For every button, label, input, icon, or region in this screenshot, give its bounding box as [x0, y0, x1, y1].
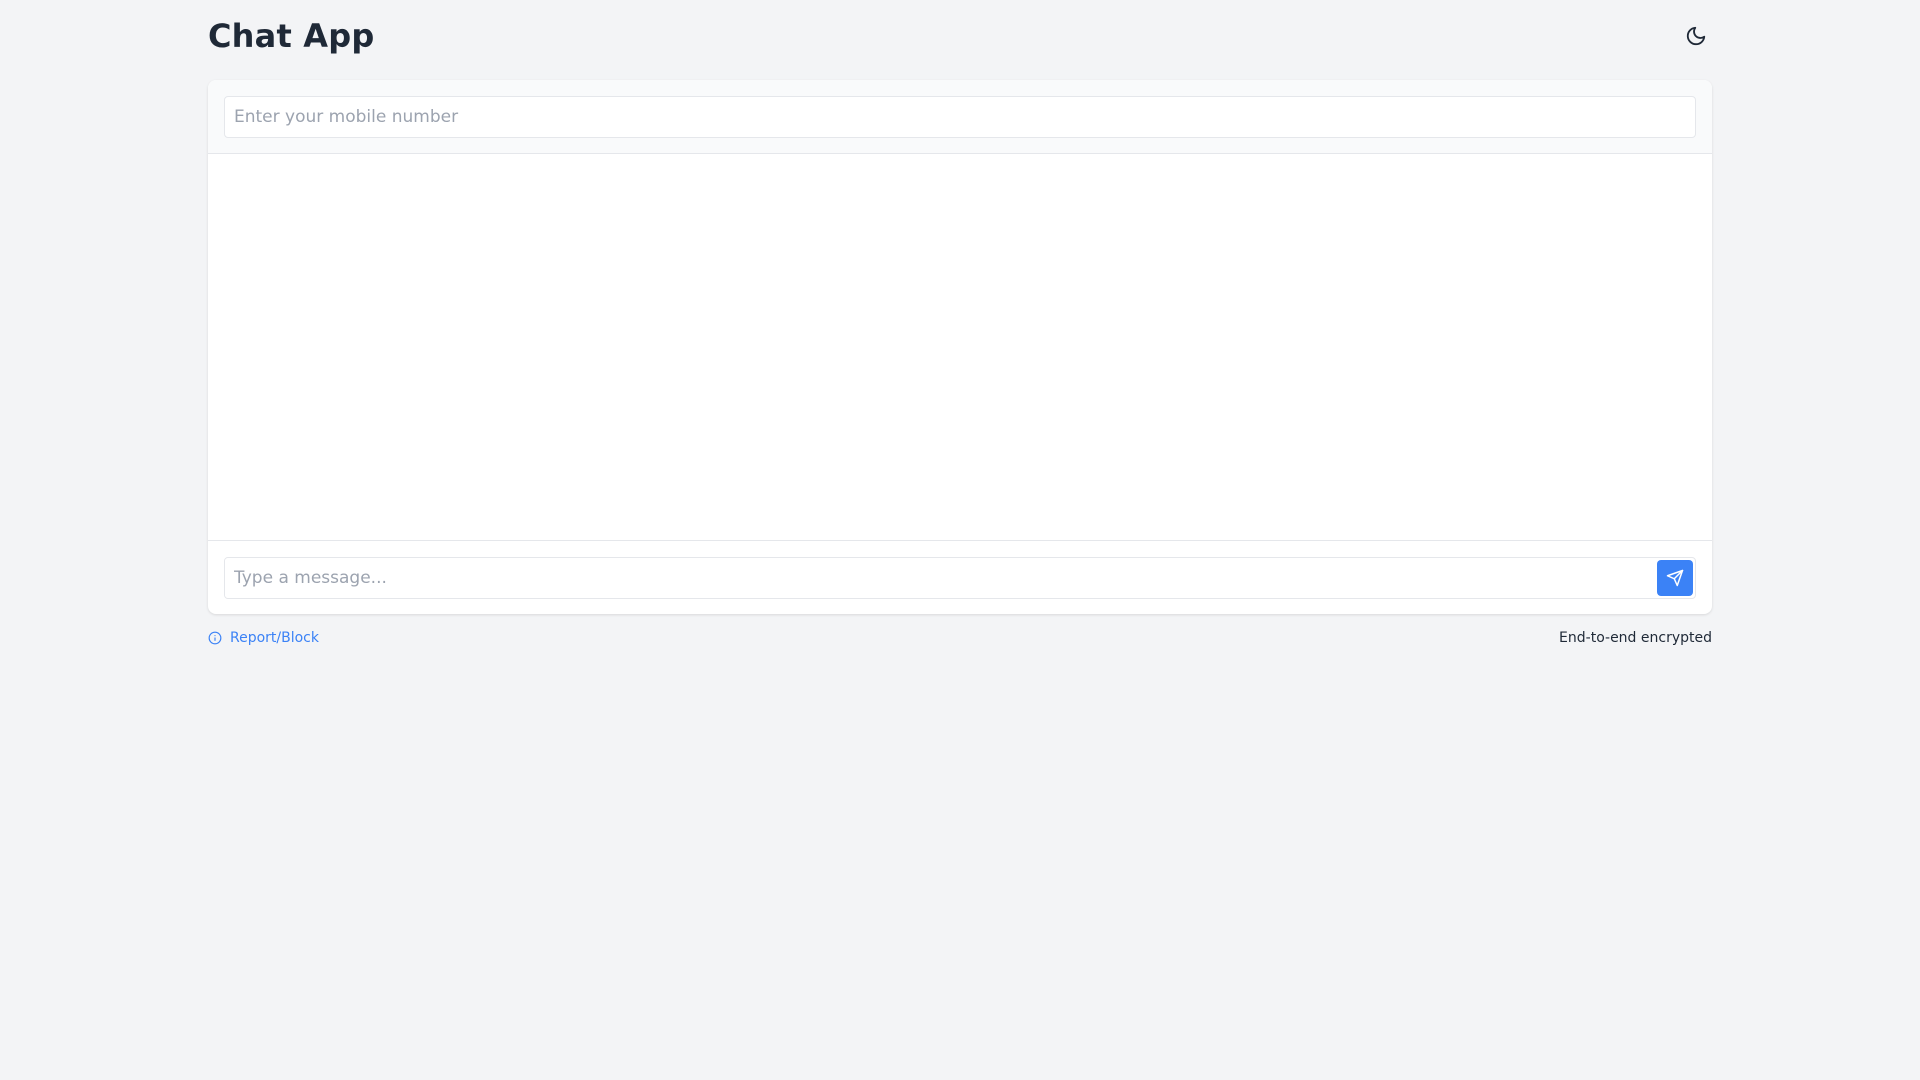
report-block-label: Report/Block: [230, 630, 319, 646]
chat-app: Chat App Enter your mobile number Type a…: [208, 0, 1712, 646]
send-icon: [1666, 569, 1684, 587]
message-input[interactable]: [225, 558, 1655, 598]
app-header: Chat App: [208, 0, 1712, 72]
encryption-status: End-to-end encrypted: [1559, 630, 1712, 646]
message-composer: [208, 540, 1712, 614]
report-block-link[interactable]: Report/Block: [208, 630, 319, 646]
composer-field-wrapper: [224, 557, 1696, 599]
chat-footer: Report/Block End-to-end encrypted: [208, 630, 1712, 646]
mobile-number-input[interactable]: [224, 96, 1696, 138]
info-icon: [208, 631, 222, 645]
send-button[interactable]: [1657, 560, 1693, 596]
page-title: Chat App: [208, 17, 375, 55]
moon-icon: [1686, 26, 1706, 46]
chat-card: [208, 80, 1712, 614]
contact-bar: [208, 80, 1712, 154]
theme-toggle-button[interactable]: [1676, 16, 1716, 56]
message-list[interactable]: [208, 154, 1712, 540]
